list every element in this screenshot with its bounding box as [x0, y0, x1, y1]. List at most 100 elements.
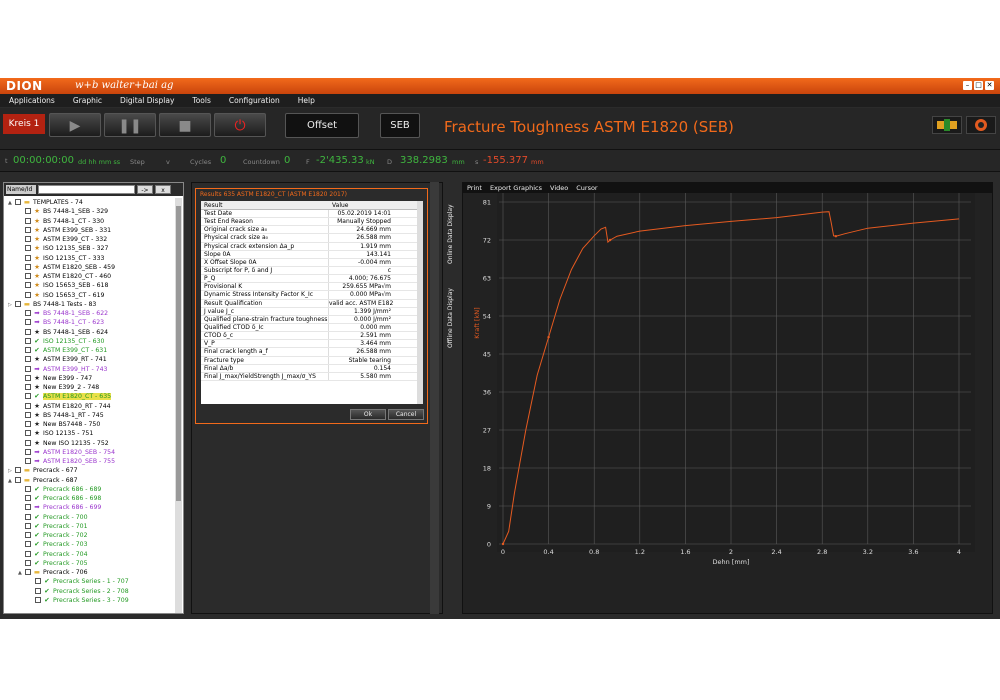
search-go-button[interactable]: ->	[137, 185, 153, 194]
tree-item[interactable]: ▲ ▬ Precrack - 706	[4, 568, 176, 577]
tree-checkbox[interactable]	[25, 458, 31, 464]
graph-menu-video[interactable]: Video	[546, 183, 572, 193]
menu-help[interactable]: Help	[289, 94, 324, 107]
force-displacement-chart[interactable]: 0 0.4 0.8 1.2 1.6 2 2.4 2.8 3.2 3.6 4 0 9 18 27 36 45 54 6…	[463, 193, 992, 613]
tree-checkbox[interactable]	[25, 208, 31, 215]
table-row[interactable]: Subscript for P, δ and J c	[201, 266, 423, 276]
table-row[interactable]: Qualified CTOD δ_Ic 0.000 mm	[201, 323, 423, 333]
tree-checkbox[interactable]	[25, 310, 31, 316]
tree-item[interactable]: ➡ BS 7448-1_SEB - 622	[4, 309, 176, 318]
tree-checkbox[interactable]	[15, 199, 21, 205]
pause-button[interactable]: ❚❚	[104, 113, 156, 137]
table-row[interactable]: CTOD δ_c 2.591 mm	[201, 332, 423, 341]
tree-checkbox[interactable]	[25, 273, 31, 279]
tree-checkbox[interactable]	[15, 467, 21, 474]
tree-checkbox[interactable]	[25, 402, 31, 409]
tree-checkbox[interactable]	[25, 411, 31, 418]
tree-item[interactable]: ★ BS 7448-1_CT - 330	[4, 217, 176, 226]
tree-checkbox[interactable]	[25, 337, 31, 344]
table-row[interactable]: Final crack length a_f 26.588 mm	[201, 348, 423, 357]
search-input[interactable]	[38, 185, 135, 194]
results-scrollbar[interactable]	[430, 182, 439, 614]
table-row[interactable]: J value J_c 1.399 J/mm²	[201, 307, 423, 316]
table-row[interactable]: Test End Reason Manually Stopped	[201, 218, 423, 227]
tree-checkbox[interactable]	[25, 569, 31, 575]
table-row[interactable]: X Offset Slope 0A -0.004 mm	[201, 258, 423, 267]
tree-item[interactable]: ✔ Precrack Series - 3 - 709	[4, 596, 176, 605]
tree-item[interactable]: ➡ ASTM E1820_SEB - 755	[4, 457, 176, 466]
tree-checkbox[interactable]	[15, 300, 21, 307]
tree-checkbox[interactable]	[25, 495, 31, 501]
ok-button[interactable]: Ok	[350, 409, 386, 420]
table-row[interactable]: V_P 3.464 mm	[201, 340, 423, 349]
table-row[interactable]: Test Date 05.02.2019 14:01	[201, 210, 423, 219]
tree-item[interactable]: ▲ ▬ TEMPLATES - 74	[4, 198, 176, 207]
tree-item[interactable]: ★ New E399 - 747	[4, 374, 176, 383]
tree-item[interactable]: ★ ASTM E1820_SEB - 459	[4, 263, 176, 272]
tree-item[interactable]: ★ New BS7448 - 750	[4, 420, 176, 429]
tree-checkbox[interactable]	[25, 559, 31, 566]
tree-checkbox[interactable]	[25, 532, 31, 538]
tree-item[interactable]: ▲ ▬ Precrack - 687	[4, 476, 176, 485]
tree-checkbox[interactable]	[35, 596, 41, 603]
tree-item[interactable]: ★ ASTM E399_RT - 741	[4, 355, 176, 364]
tree-checkbox[interactable]	[35, 578, 41, 585]
tree-scrollbar[interactable]	[175, 198, 182, 613]
maximize-icon[interactable]: □	[974, 81, 983, 90]
tree-item[interactable]: ✔ Precrack - 703	[4, 540, 176, 549]
graph-menu-print[interactable]: Print	[463, 183, 486, 193]
table-row[interactable]: Physical crack extension Δa_p 1.919 mm	[201, 242, 423, 251]
tree-item[interactable]: ➡ Precrack 686 - 699	[4, 503, 176, 512]
tree-item[interactable]: ★ ISO 12135 - 751	[4, 429, 176, 438]
tree-item[interactable]: ★ BS 7448-1_RT - 745	[4, 411, 176, 420]
tree-checkbox[interactable]	[25, 263, 31, 270]
tree-checkbox[interactable]	[25, 448, 31, 455]
tree-checkbox[interactable]	[25, 550, 31, 557]
seb-button[interactable]: SEB	[380, 113, 420, 138]
tree-checkbox[interactable]	[25, 485, 31, 492]
tree-checkbox[interactable]	[25, 356, 31, 363]
table-row[interactable]: Result Qualification valid acc. ASTM E182…	[201, 299, 423, 308]
tree-item[interactable]: ✔ Precrack - 705	[4, 559, 176, 568]
table-scrollbar[interactable]	[417, 201, 423, 404]
machine-status-button[interactable]	[932, 116, 962, 134]
tree-item[interactable]: ★ BS 7448-1_SEB - 329	[4, 207, 176, 216]
tab-online-data-display[interactable]: Online Data Display	[447, 184, 459, 264]
tree-checkbox[interactable]	[25, 365, 31, 372]
tree-checkbox[interactable]	[25, 374, 31, 381]
tree-item[interactable]: ★ ASTM E399_SEB - 331	[4, 226, 176, 235]
tab-offline-data-display[interactable]: Offline Data Display	[447, 268, 459, 348]
tree-checkbox[interactable]	[25, 254, 31, 261]
tree-item[interactable]: ★ ISO 12135_CT - 333	[4, 254, 176, 263]
tree-checkbox[interactable]	[25, 226, 31, 233]
stop-button[interactable]: ■	[159, 113, 211, 137]
tree-checkbox[interactable]	[25, 504, 31, 511]
tree-checkbox[interactable]	[25, 513, 31, 520]
table-row[interactable]: Final Δa/b 0.154	[201, 364, 423, 373]
tree-checkbox[interactable]	[25, 319, 31, 326]
tree-item[interactable]: ✔ ASTM E1820_CT - 635	[4, 392, 176, 401]
table-row[interactable]: Original crack size a₀ 24.669 mm	[201, 226, 423, 235]
tree-checkbox[interactable]	[25, 282, 31, 289]
tree-item[interactable]: ★ BS 7448-1_SEB - 624	[4, 328, 176, 337]
tree-checkbox[interactable]	[25, 217, 31, 224]
tree-item[interactable]: ★ New E399_2 - 748	[4, 383, 176, 392]
tree-item[interactable]: ✔ Precrack - 704	[4, 550, 176, 559]
table-row[interactable]: Final J_max/YieldStrength J_max/σ_YS 5.58…	[201, 372, 423, 381]
menu-graphic[interactable]: Graphic	[64, 94, 111, 107]
menu-configuration[interactable]: Configuration	[220, 94, 289, 107]
tree-item[interactable]: ★ ASTM E1820_RT - 744	[4, 402, 176, 411]
scrollbar-thumb[interactable]	[176, 206, 181, 501]
menu-tools[interactable]: Tools	[183, 94, 219, 107]
cancel-button[interactable]: Cancel	[388, 409, 424, 420]
tree-item[interactable]: ✔ Precrack Series - 1 - 707	[4, 577, 176, 586]
tree-checkbox[interactable]	[25, 430, 31, 437]
tree-item[interactable]: ➡ BS 7448-1_CT - 623	[4, 318, 176, 327]
play-button[interactable]: ▶	[49, 113, 101, 137]
tree-item[interactable]: ★ ASTM E399_CT - 332	[4, 235, 176, 244]
minimize-icon[interactable]: –	[963, 81, 972, 90]
table-row[interactable]: Physical crack size a₀ 26.588 mm	[201, 234, 423, 243]
tree-item[interactable]: ✔ Precrack - 701	[4, 522, 176, 531]
record-button[interactable]	[966, 116, 996, 134]
tree-item[interactable]: ✔ ASTM E399_CT - 631	[4, 346, 176, 355]
